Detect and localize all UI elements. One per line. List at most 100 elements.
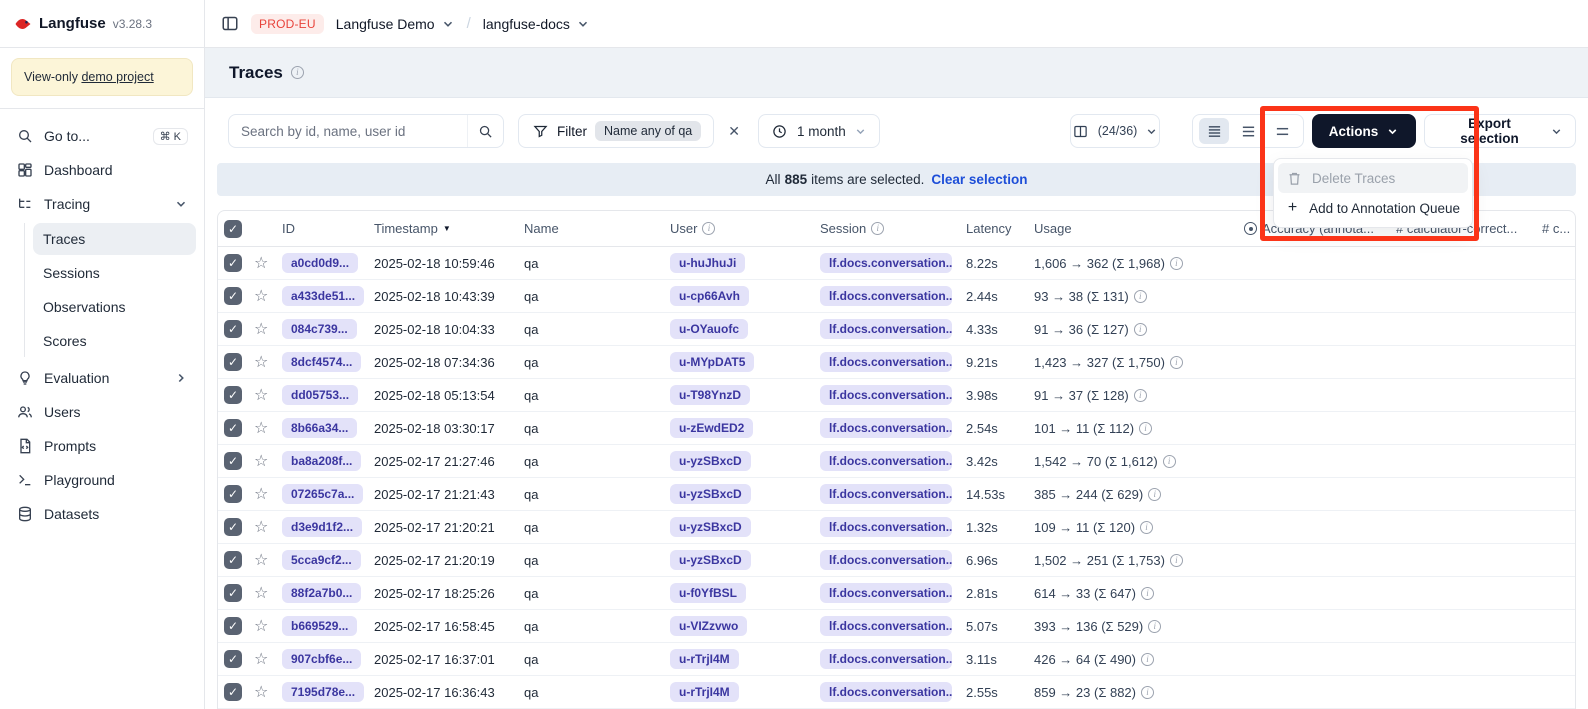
trace-id-badge[interactable]: 8b66a34...: [282, 418, 357, 438]
info-icon[interactable]: i: [291, 66, 304, 79]
project-selector[interactable]: langfuse-docs: [483, 16, 590, 32]
table-row[interactable]: ✓ ☆ dd05753... 2025-02-18 05:13:54 qa u-…: [218, 379, 1575, 412]
session-badge[interactable]: lf.docs.conversation...: [820, 319, 952, 339]
sidebar-item-sessions[interactable]: Sessions: [33, 257, 196, 289]
trace-id-badge[interactable]: dd05753...: [282, 385, 358, 405]
time-range-button[interactable]: 1 month: [758, 114, 880, 148]
table-row[interactable]: ✓ ☆ 07265c7a... 2025-02-17 21:21:43 qa u…: [218, 478, 1575, 511]
star-icon[interactable]: ☆: [254, 649, 268, 669]
table-row[interactable]: ✓ ☆ 8dcf4574... 2025-02-18 07:34:36 qa u…: [218, 346, 1575, 379]
star-icon[interactable]: ☆: [254, 616, 268, 636]
row-checkbox[interactable]: ✓: [224, 386, 242, 404]
session-badge[interactable]: lf.docs.conversation...: [820, 484, 952, 504]
table-row[interactable]: ✓ ☆ 5cca9cf2... 2025-02-17 21:20:19 qa u…: [218, 544, 1575, 577]
column-header-id[interactable]: ID: [282, 221, 374, 236]
table-row[interactable]: ✓ ☆ d3e9d1f2... 2025-02-17 21:20:21 qa u…: [218, 511, 1575, 544]
sidebar-item-users[interactable]: Users: [8, 395, 196, 429]
info-icon[interactable]: i: [1163, 455, 1176, 468]
info-icon[interactable]: i: [1139, 422, 1152, 435]
row-checkbox[interactable]: ✓: [224, 419, 242, 437]
row-checkbox[interactable]: ✓: [224, 683, 242, 701]
sidebar-item-evaluation[interactable]: Evaluation: [8, 361, 196, 395]
user-badge[interactable]: u-VIZzvwo: [670, 616, 747, 636]
table-row[interactable]: ✓ ☆ 8b66a34... 2025-02-18 03:30:17 qa u-…: [218, 412, 1575, 445]
export-selection-button[interactable]: Export selection: [1424, 114, 1576, 148]
column-header-score-extra[interactable]: # c...: [1542, 221, 1575, 236]
user-badge[interactable]: u-f0YfBSL: [670, 583, 746, 603]
column-header-timestamp[interactable]: Timestamp▼: [374, 221, 524, 236]
column-header-usage[interactable]: Usage: [1034, 221, 1244, 236]
row-height-large-icon[interactable]: [1267, 118, 1297, 144]
column-header-name[interactable]: Name: [524, 221, 670, 236]
column-header-user[interactable]: Useri: [670, 221, 820, 236]
info-icon[interactable]: i: [1134, 290, 1147, 303]
sidebar-item-prompts[interactable]: Prompts: [8, 429, 196, 463]
actions-button[interactable]: Actions: [1312, 114, 1416, 148]
row-checkbox[interactable]: ✓: [224, 254, 242, 272]
session-badge[interactable]: lf.docs.conversation...: [820, 286, 952, 306]
row-checkbox[interactable]: ✓: [224, 617, 242, 635]
table-row[interactable]: ✓ ☆ 88f2a7b0... 2025-02-17 18:25:26 qa u…: [218, 577, 1575, 610]
session-badge[interactable]: lf.docs.conversation...: [820, 451, 952, 471]
user-badge[interactable]: u-yzSBxcD: [670, 451, 751, 471]
table-row[interactable]: ✓ ☆ 084c739... 2025-02-18 10:04:33 qa u-…: [218, 313, 1575, 346]
sidebar-item-playground[interactable]: Playground: [8, 463, 196, 497]
session-badge[interactable]: lf.docs.conversation...: [820, 616, 952, 636]
table-row[interactable]: ✓ ☆ a433de51... 2025-02-18 10:43:39 qa u…: [218, 280, 1575, 313]
trace-id-badge[interactable]: a0cd0d9...: [282, 253, 358, 273]
user-badge[interactable]: u-MYpDAT5: [670, 352, 754, 372]
info-icon[interactable]: i: [1148, 620, 1161, 633]
sidebar-item-goto[interactable]: Go to... ⌘ K: [8, 119, 196, 153]
star-icon[interactable]: ☆: [254, 682, 268, 702]
info-icon[interactable]: i: [1141, 686, 1154, 699]
user-badge[interactable]: u-OYauofc: [670, 319, 748, 339]
user-badge[interactable]: u-rTrjI4M: [670, 682, 739, 702]
user-badge[interactable]: u-yzSBxcD: [670, 484, 751, 504]
search-icon[interactable]: [467, 115, 503, 147]
sidebar-item-observations[interactable]: Observations: [33, 291, 196, 323]
trace-id-badge[interactable]: 07265c7a...: [282, 484, 363, 504]
info-icon[interactable]: i: [1134, 389, 1147, 402]
demo-project-link[interactable]: demo project: [81, 70, 153, 84]
row-checkbox[interactable]: ✓: [224, 452, 242, 470]
row-checkbox[interactable]: ✓: [224, 353, 242, 371]
session-badge[interactable]: lf.docs.conversation...: [820, 253, 952, 273]
menu-item-delete-traces[interactable]: Delete Traces: [1278, 163, 1468, 193]
trace-id-badge[interactable]: 084c739...: [282, 319, 357, 339]
info-icon[interactable]: i: [1134, 323, 1147, 336]
sidebar-item-traces[interactable]: Traces: [33, 223, 196, 255]
info-icon[interactable]: i: [1141, 587, 1154, 600]
sidebar-item-datasets[interactable]: Datasets: [8, 497, 196, 531]
star-icon[interactable]: ☆: [254, 517, 268, 537]
filter-button[interactable]: Filter Name any of qa: [518, 114, 714, 148]
trace-id-badge[interactable]: 5cca9cf2...: [282, 550, 361, 570]
session-badge[interactable]: lf.docs.conversation...: [820, 550, 952, 570]
sidebar-item-tracing[interactable]: Tracing: [8, 187, 196, 221]
trace-id-badge[interactable]: d3e9d1f2...: [282, 517, 362, 537]
session-badge[interactable]: lf.docs.conversation...: [820, 649, 952, 669]
trace-id-badge[interactable]: 8dcf4574...: [282, 352, 361, 372]
user-badge[interactable]: u-zEwdED2: [670, 418, 753, 438]
user-badge[interactable]: u-huJhuJi: [670, 253, 745, 273]
user-badge[interactable]: u-rTrjI4M: [670, 649, 739, 669]
row-checkbox[interactable]: ✓: [224, 551, 242, 569]
session-badge[interactable]: lf.docs.conversation...: [820, 418, 952, 438]
row-checkbox[interactable]: ✓: [224, 584, 242, 602]
trace-id-badge[interactable]: 88f2a7b0...: [282, 583, 361, 603]
table-row[interactable]: ✓ ☆ ba8a208f... 2025-02-17 21:27:46 qa u…: [218, 445, 1575, 478]
star-icon[interactable]: ☆: [254, 319, 268, 339]
sidebar-item-dashboard[interactable]: Dashboard: [8, 153, 196, 187]
trace-id-badge[interactable]: a433de51...: [282, 286, 364, 306]
session-badge[interactable]: lf.docs.conversation...: [820, 352, 952, 372]
search-input[interactable]: [229, 124, 467, 139]
sidebar-toggle-icon[interactable]: [221, 15, 239, 33]
row-checkbox[interactable]: ✓: [224, 320, 242, 338]
user-badge[interactable]: u-cp66Avh: [670, 286, 749, 306]
column-visibility-button[interactable]: (24/36): [1070, 114, 1160, 148]
column-header-session[interactable]: Sessioni: [820, 221, 966, 236]
star-icon[interactable]: ☆: [254, 418, 268, 438]
user-badge[interactable]: u-yzSBxcD: [670, 550, 751, 570]
info-icon[interactable]: i: [1148, 488, 1161, 501]
menu-item-add-to-annotation-queue[interactable]: + Add to Annotation Queue: [1278, 193, 1468, 223]
row-height-medium-icon[interactable]: [1233, 118, 1263, 144]
